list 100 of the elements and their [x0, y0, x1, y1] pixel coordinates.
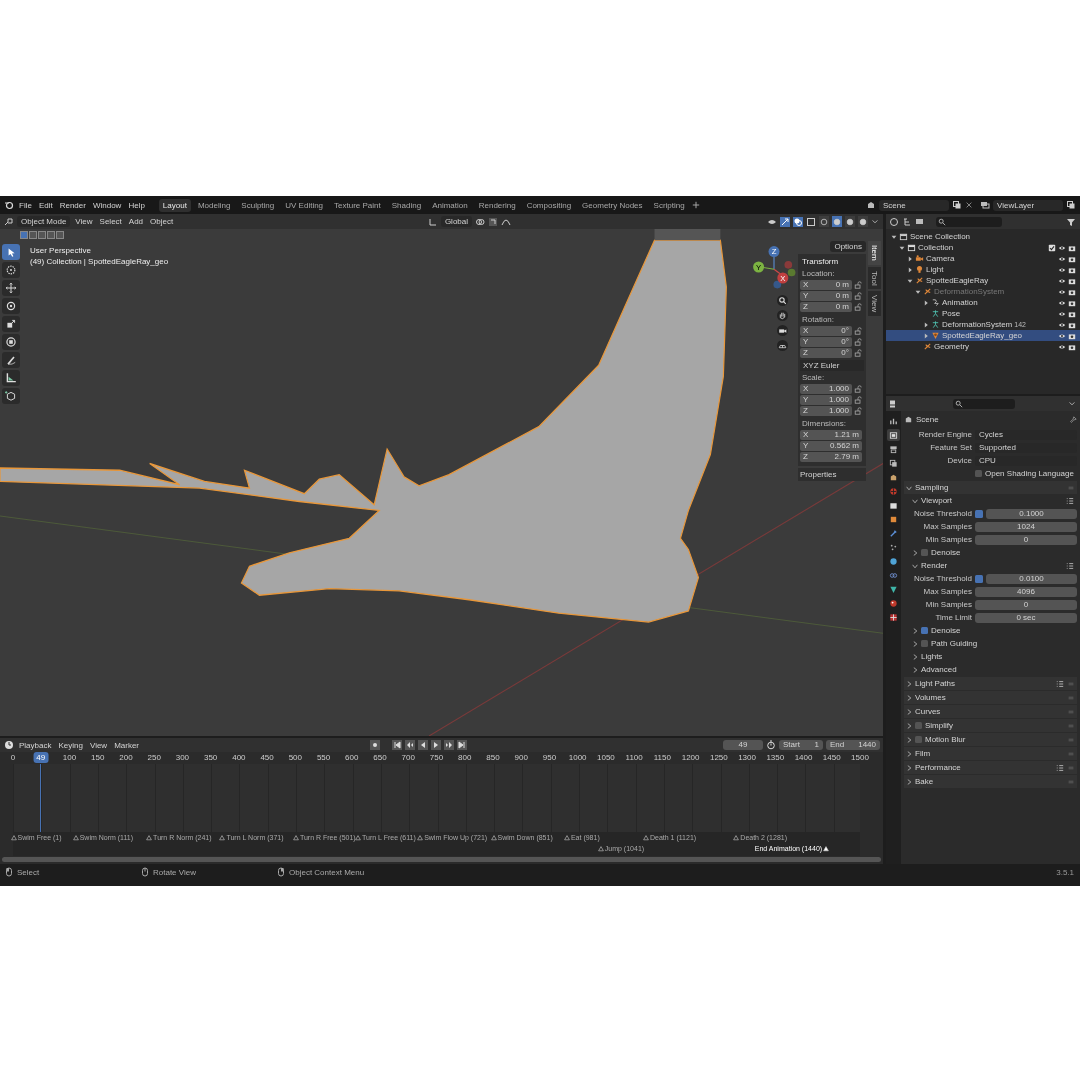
menu-item[interactable]: Object — [148, 217, 176, 226]
dropdown[interactable]: Supported — [975, 442, 1077, 453]
scene-selector[interactable]: Scene — [879, 199, 949, 211]
output-tab[interactable] — [887, 443, 900, 455]
cursor-tool-button[interactable] — [2, 262, 20, 278]
disclosure-triangle-icon[interactable] — [891, 233, 897, 240]
camera-icon[interactable] — [1068, 265, 1076, 274]
marker-triangle-icon[interactable] — [146, 835, 153, 841]
camera-view-icon[interactable] — [777, 325, 788, 336]
scale-tool-button[interactable] — [2, 316, 20, 332]
checkbox[interactable] — [975, 574, 983, 583]
checkbox[interactable] — [915, 722, 922, 729]
menu-item[interactable]: Help — [126, 200, 147, 210]
workspace-tab[interactable]: Sculpting — [237, 198, 279, 212]
subpanel-header[interactable]: Advanced — [904, 663, 1077, 676]
workspace-tab[interactable]: Layout — [158, 198, 191, 212]
number-field[interactable]: Y 0 m — [800, 291, 852, 301]
filter-icon[interactable] — [1066, 216, 1076, 227]
play-reverse-icon[interactable] — [418, 740, 428, 750]
add-icon[interactable] — [691, 201, 700, 209]
lock-icon[interactable] — [854, 327, 862, 335]
play-icon[interactable] — [431, 740, 441, 750]
workspace-tab[interactable]: Geometry Nodes — [578, 198, 647, 212]
blender-logo-icon[interactable] — [4, 200, 14, 210]
list-icon[interactable] — [902, 216, 912, 227]
marker-triangle-icon[interactable] — [733, 835, 740, 841]
start-frame-field[interactable]: Start 1 — [779, 740, 823, 750]
number-field[interactable]: 0.1000 — [986, 508, 1077, 519]
disclosure-triangle-icon[interactable] — [899, 244, 905, 251]
outliner-item[interactable]: Scene Collection — [886, 231, 1080, 242]
disclosure-triangle-icon[interactable] — [907, 277, 913, 284]
scene-icon[interactable] — [866, 200, 876, 210]
lock-icon[interactable] — [854, 385, 862, 393]
workspace-tab[interactable]: Rendering — [474, 198, 520, 212]
axes-icon[interactable] — [427, 216, 438, 227]
rendered-shading-button[interactable] — [858, 216, 868, 227]
presets-list-icon[interactable] — [1056, 763, 1064, 772]
marker-triangle-icon[interactable] — [354, 835, 361, 841]
menu-item[interactable]: Edit — [36, 200, 55, 210]
properties-panel-header[interactable]: Properties — [798, 468, 866, 481]
checkbox[interactable] — [921, 627, 928, 634]
menu-item[interactable]: View — [73, 217, 95, 226]
menu-item[interactable]: Render — [57, 200, 88, 210]
transform-tool-button[interactable] — [2, 334, 20, 350]
camera-icon[interactable] — [1068, 243, 1076, 252]
editor-type-icon[interactable] — [4, 216, 14, 227]
end-frame-field[interactable]: End 1440 — [826, 740, 880, 750]
camera-icon[interactable] — [1068, 254, 1076, 263]
add-cube-tool-button[interactable] — [2, 388, 20, 404]
number-field[interactable]: 0 — [975, 599, 1077, 610]
layers-icon[interactable] — [980, 200, 990, 210]
pin-icon[interactable] — [1069, 415, 1077, 424]
panel-header[interactable]: Film — [904, 747, 1077, 760]
panel-header[interactable]: Light Paths — [904, 677, 1077, 690]
view-layer-selector[interactable]: ViewLayer — [993, 199, 1063, 211]
menu-item[interactable]: Playback — [17, 740, 54, 750]
select-tool-button[interactable] — [2, 244, 20, 260]
workspace-tab[interactable]: Compositing — [522, 198, 576, 212]
menu-item[interactable]: View — [87, 740, 110, 750]
number-field[interactable]: Y 0° — [800, 337, 852, 347]
proportional-edit-icon[interactable] — [501, 216, 511, 227]
copy-icon[interactable] — [1066, 200, 1076, 210]
subpanel-header[interactable]: Path Guiding — [904, 637, 1077, 650]
gizmo-toggle-icon[interactable] — [780, 216, 790, 227]
marker-triangle-icon[interactable] — [642, 835, 649, 841]
menu-item[interactable]: Select — [97, 217, 124, 226]
number-field[interactable]: Z 2.79 m — [800, 452, 862, 462]
disclosure-triangle-icon[interactable] — [907, 266, 913, 273]
lock-icon[interactable] — [854, 349, 862, 357]
annotate-tool-button[interactable] — [2, 352, 20, 368]
caret-icon[interactable] — [1068, 399, 1076, 408]
search-field[interactable] — [936, 216, 1002, 227]
lock-icon[interactable] — [854, 407, 862, 415]
presets-list-icon[interactable] — [1056, 679, 1064, 688]
search-field[interactable] — [952, 398, 1015, 409]
checkbox[interactable] — [915, 736, 922, 743]
panel-header[interactable]: Simplify — [904, 719, 1077, 732]
outliner-item[interactable]: Geometry — [886, 341, 1080, 352]
workspace-tab[interactable]: Modeling — [193, 198, 235, 212]
jump-start-icon[interactable] — [392, 740, 402, 750]
presets-list-icon[interactable] — [1066, 561, 1074, 570]
current-frame-field[interactable]: 49 — [723, 740, 763, 750]
hand-icon[interactable] — [777, 310, 788, 321]
rotate-tool-button[interactable] — [2, 298, 20, 314]
menu-item[interactable]: Window — [90, 200, 124, 210]
display-mode-icon[interactable] — [915, 216, 925, 227]
menu-item[interactable]: Marker — [112, 740, 142, 750]
texture-tab[interactable] — [887, 611, 900, 623]
presets-list-icon[interactable] — [1066, 496, 1074, 505]
outliner-item[interactable]: Light — [886, 264, 1080, 275]
grid-icon[interactable] — [777, 340, 788, 351]
lock-icon[interactable] — [854, 338, 862, 346]
panel-header[interactable]: Sampling — [904, 481, 1077, 494]
clock-editor-icon[interactable] — [4, 740, 14, 750]
menu-item[interactable]: Add — [126, 217, 146, 226]
wireframe-shading-button[interactable] — [819, 216, 829, 227]
number-field[interactable]: 0 — [975, 534, 1077, 545]
number-field[interactable]: X 1.21 m — [800, 430, 862, 440]
rotation-mode-dropdown[interactable]: XYZ Euler — [800, 360, 864, 371]
view-layer-tab[interactable] — [887, 457, 900, 469]
